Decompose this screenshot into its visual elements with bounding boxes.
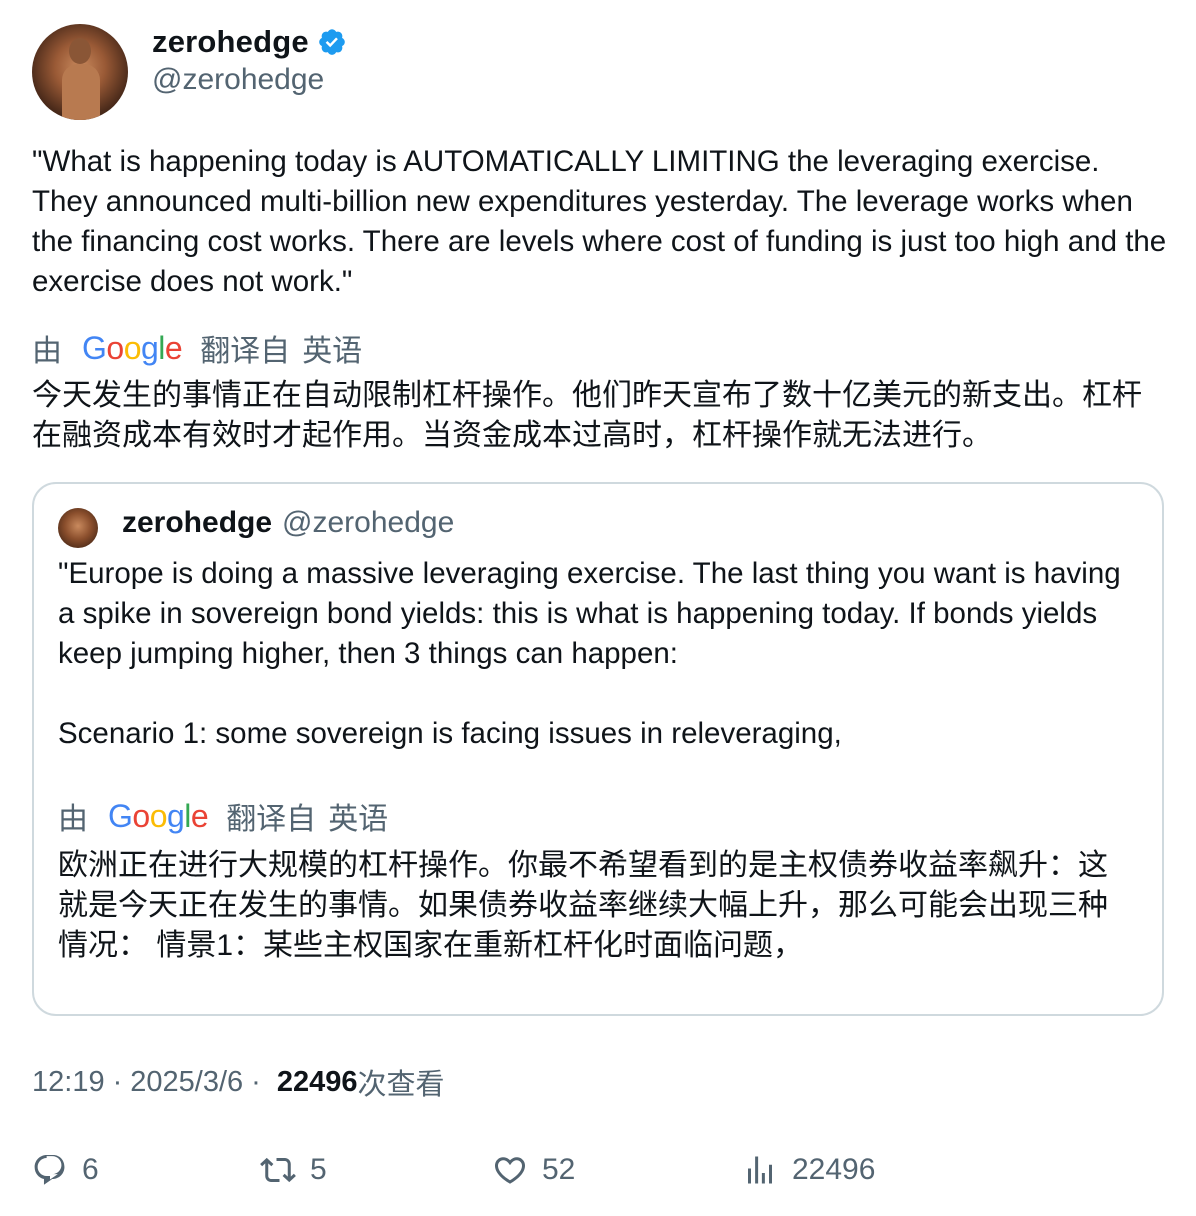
google-logo: Google [82,329,183,366]
avatar-torso-shape [62,64,100,120]
reply-count: 6 [82,1153,99,1186]
quote-author-row: zerohedge @zerohedge [122,506,454,546]
translate-language: 英语 [302,335,363,368]
quote-author-handle: @zerohedge [282,506,455,539]
quote-translation: 欧洲正在进行大规模的杠杆操作。你最不希望看到的是主权债券收益率飙升：这就是今天正… [58,849,1108,962]
like-count: 52 [542,1153,576,1186]
author-info: zerohedge @zerohedge [152,22,347,97]
reply-icon [34,1155,65,1185]
translate-suffix: 翻译自 [200,335,291,368]
heart-icon [494,1157,526,1184]
translation-attribution: 由 Google 翻译自 英语 [32,328,363,369]
retweet-button[interactable]: 5 [260,1148,327,1192]
views-count-action: 22496 [792,1153,876,1186]
retweet-icon [260,1157,296,1183]
quote-translate-prefix: 由 [58,803,88,836]
quote-text: "Europe is doing a massive leveraging ex… [58,557,1121,750]
views-button[interactable]: 22496 [742,1148,875,1192]
analytics-icon [748,1156,772,1184]
tweet-meta: 12:19 · 2025/3/6 · 22496 次查看 [32,1062,444,1102]
verified-badge-icon [319,29,345,55]
author-avatar[interactable] [32,24,128,120]
author-handle[interactable]: @zerohedge [152,63,347,97]
quote-google-logo: Google [108,797,209,834]
like-button[interactable]: 52 [492,1148,575,1192]
action-bar: 6 5 52 22496 [32,1148,1164,1192]
views-label: 次查看 [357,1069,445,1101]
quoted-tweet-card[interactable]: zerohedge @zerohedge "Europe is doing a … [32,482,1164,1016]
author-name[interactable]: zerohedge [152,24,309,60]
meta-separator-1: · [112,1065,123,1098]
retweet-count: 5 [310,1153,327,1186]
tweet-date[interactable]: 2025/3/6 [130,1066,243,1099]
quote-translate-suffix: 翻译自 [226,803,317,836]
meta-separator-2: · [251,1065,261,1098]
views-count: 22496 [276,1065,358,1098]
tweet-translation: 今天发生的事情正在自动限制杠杆操作。他们昨天宣布了数十亿美元的新支出。杠杆在融资… [32,379,1142,452]
quote-translation-attribution: 由 Google 翻译自 英语 [58,796,389,837]
reply-button[interactable]: 6 [32,1148,99,1192]
tweet-text: "What is happening today is AUTOMATICALL… [32,145,1167,298]
quote-author-avatar [58,508,98,548]
avatar-head-shape [69,38,91,64]
quote-author-name: zerohedge [122,506,273,539]
translate-prefix: 由 [32,335,62,368]
tweet-time[interactable]: 12:19 [32,1066,105,1099]
quote-translate-language: 英语 [328,803,389,836]
author-name-row: zerohedge [152,22,347,62]
